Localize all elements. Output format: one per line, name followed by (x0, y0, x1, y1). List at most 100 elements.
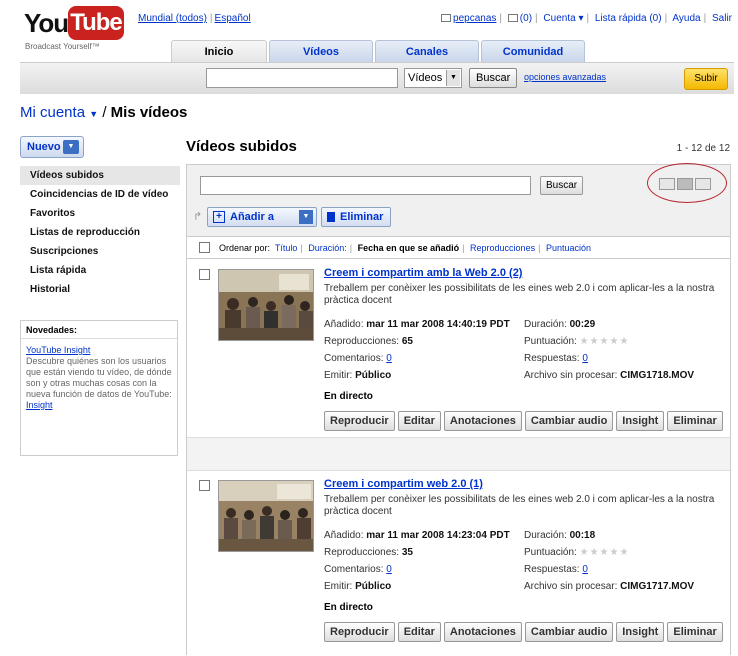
video-replies: Respuestas: 0 (524, 353, 588, 364)
annotations-button[interactable]: Anotaciones (443, 622, 522, 642)
plus-icon: + (213, 211, 225, 223)
sort-label: Ordenar por: (219, 243, 271, 253)
insight-link[interactable]: YouTube Insight (26, 345, 90, 355)
video-row: Creem i compartim amb la Web 2.0 (2) Tre… (187, 261, 730, 461)
arrow-icon: ↱ (193, 211, 203, 223)
tab-inicio[interactable]: Inicio (171, 40, 267, 62)
sidebar-item-quicklist[interactable]: Lista rápida (20, 261, 180, 280)
video-actions: Reproducir Editar Anotaciones Cambiar au… (324, 411, 723, 431)
video-title-link[interactable]: Creem i compartim web 2.0 (1) (324, 478, 483, 490)
tab-videos[interactable]: Vídeos (269, 40, 373, 62)
delete-button[interactable]: Eliminar (321, 207, 391, 227)
new-button[interactable]: Nuevo ▼ (20, 136, 84, 158)
chevron-down-icon[interactable]: ▼ (89, 109, 98, 119)
sort-views[interactable]: Reproducciones (470, 243, 535, 253)
video-views: Reproducciones: 65 (324, 336, 413, 347)
quicklist-link[interactable]: Lista rápida (0) (595, 13, 662, 24)
search-type-select[interactable]: Vídeos ▼ (404, 68, 462, 88)
region-link[interactable]: Mundial (todos) (138, 13, 207, 24)
video-status: En directo (324, 602, 373, 613)
video-title-link[interactable]: Creem i compartim amb la Web 2.0 (2) (324, 267, 522, 279)
video-added: Añadido: mar 11 mar 2008 14:40:19 PDT (324, 319, 510, 330)
pager-count: 1 - 12 de 12 (676, 143, 730, 154)
video-checkbox[interactable] (199, 480, 210, 491)
delete-video-button[interactable]: Eliminar (667, 411, 723, 431)
video-description: Treballem per conèixer les possibilitats… (324, 283, 715, 306)
sort-rating[interactable]: Puntuación (546, 243, 591, 253)
sort-date[interactable]: Fecha en que se añadió (358, 243, 460, 253)
insight-link-2[interactable]: Insight (26, 400, 53, 410)
sidebar-item-id-matches[interactable]: Coincidencias de ID de vídeo (20, 185, 180, 204)
youtube-logo[interactable]: You Tube Broadcast Yourself™ (24, 6, 124, 51)
logo-you: You (24, 8, 69, 38)
comments-link[interactable]: 0 (386, 564, 392, 575)
annotations-button[interactable]: Anotaciones (443, 411, 522, 431)
new-button-label: Nuevo (27, 141, 61, 153)
video-status: En directo (324, 391, 373, 402)
delete-label: Eliminar (340, 211, 384, 223)
video-thumbnail[interactable] (218, 480, 314, 552)
search-bar: Vídeos ▼ Buscar opciones avanzadas Subir (20, 62, 734, 94)
play-button[interactable]: Reproducir (324, 622, 395, 642)
filter-search-button[interactable]: Buscar (540, 176, 584, 195)
highlight-circle (647, 163, 727, 203)
videos-panel: Buscar ↱ + Añadir a ▼ Eliminar Ordenar p… (186, 163, 731, 656)
video-duration: Duración: 00:18 (524, 530, 596, 541)
logout-link[interactable]: Salir (712, 13, 732, 24)
video-raw-file: Archivo sin procesar: CIMG1718.MOV (524, 370, 695, 381)
video-duration: Duración: 00:29 (524, 319, 596, 330)
video-comments: Comentarios: 0 (324, 353, 392, 364)
breadcrumb-account[interactable]: Mi cuenta (20, 104, 85, 121)
breadcrumb-sep: / (102, 104, 107, 121)
sidebar-item-favorites[interactable]: Favoritos (20, 204, 180, 223)
change-audio-button[interactable]: Cambiar audio (524, 411, 614, 431)
sidebar-item-subscriptions[interactable]: Suscripciones (20, 242, 180, 261)
play-button[interactable]: Reproducir (324, 411, 395, 431)
replies-link[interactable]: 0 (582, 564, 588, 575)
insight-button[interactable]: Insight (616, 411, 665, 431)
edit-button[interactable]: Editar (397, 411, 441, 431)
comments-link[interactable]: 0 (386, 353, 392, 364)
page-title: Mis vídeos (110, 104, 188, 121)
change-audio-button[interactable]: Cambiar audio (524, 622, 614, 642)
account-menu[interactable]: Cuenta ▾ (543, 13, 583, 24)
tab-canales[interactable]: Canales (375, 40, 479, 62)
sidebar-item-playlists[interactable]: Listas de reproducción (20, 223, 180, 242)
video-thumbnail[interactable] (218, 269, 314, 341)
language-link[interactable]: Español (215, 13, 251, 24)
inbox-link[interactable]: (0) (520, 13, 532, 24)
sidebar-item-uploaded[interactable]: Vídeos subidos (20, 166, 180, 185)
filter-input[interactable] (200, 176, 531, 195)
video-checkbox[interactable] (199, 269, 210, 280)
add-to-button[interactable]: + Añadir a ▼ (207, 207, 317, 227)
delete-video-button[interactable]: Eliminar (667, 622, 723, 642)
edit-button[interactable]: Editar (397, 622, 441, 642)
video-raw-file: Archivo sin procesar: CIMG1717.MOV (524, 581, 695, 592)
username-link[interactable]: pepcanas (453, 13, 496, 24)
video-replies: Respuestas: 0 (524, 564, 588, 575)
sort-title[interactable]: Título (275, 243, 298, 253)
user-icon (441, 14, 452, 23)
sidebar: Vídeos subidos Coincidencias de ID de ví… (20, 166, 180, 299)
top-links: pepcanas | (0) | Cuenta ▾ | Lista rápida (0… (441, 13, 732, 24)
search-button[interactable]: Buscar (469, 68, 518, 88)
star-rating-icon: ★★★★★ (579, 547, 630, 558)
search-input[interactable] (206, 68, 398, 88)
star-rating-icon: ★★★★★ (579, 336, 630, 347)
select-all-checkbox[interactable] (199, 242, 210, 253)
video-actions: Reproducir Editar Anotaciones Cambiar au… (324, 622, 723, 642)
news-title: Novedades: (21, 321, 177, 339)
sidebar-item-history[interactable]: Historial (20, 280, 180, 299)
video-broadcast: Emitir: Público (324, 370, 392, 381)
replies-link[interactable]: 0 (582, 353, 588, 364)
chevron-down-icon: ▼ (446, 70, 460, 86)
help-link[interactable]: Ayuda (672, 13, 700, 24)
video-row: Creem i compartim web 2.0 (1) Treballem … (187, 472, 730, 656)
advanced-search-link[interactable]: opciones avanzadas (524, 72, 606, 82)
insight-button[interactable]: Insight (616, 622, 665, 642)
upload-button[interactable]: Subir (684, 68, 728, 90)
sort-duration[interactable]: Duración: (308, 243, 347, 253)
section-heading: Vídeos subidos (186, 138, 297, 155)
tab-comunidad[interactable]: Comunidad (481, 40, 585, 62)
trash-icon (327, 212, 335, 222)
